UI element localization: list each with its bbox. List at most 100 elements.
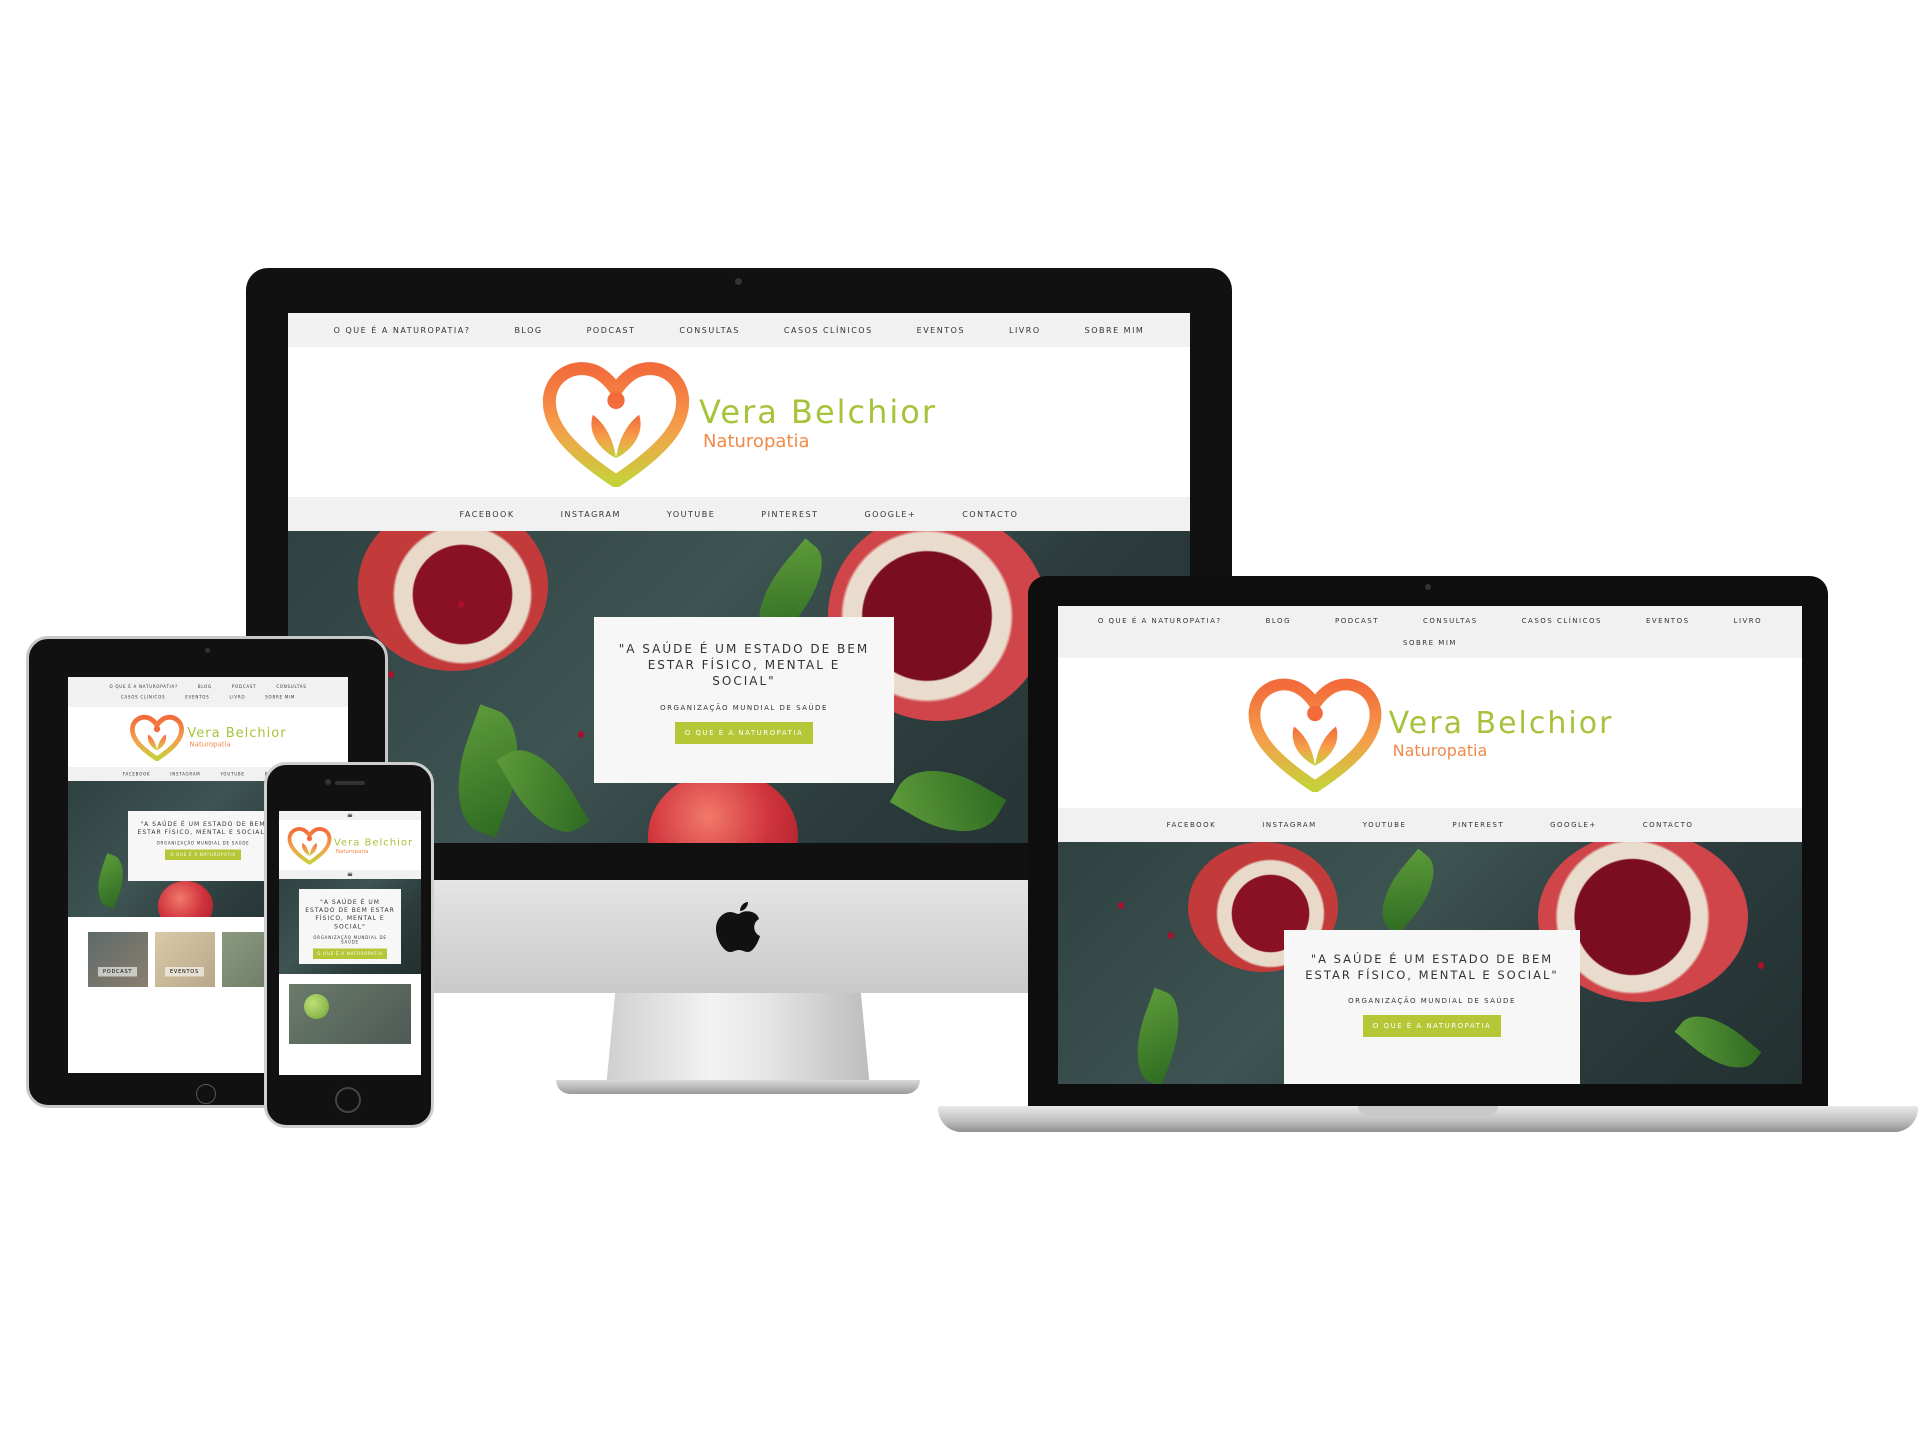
iphone-quote-box: "A saúde é um estado de bem estar físico… xyxy=(299,889,401,964)
nav-item-blog[interactable]: Blog xyxy=(1266,617,1291,625)
iphone-website: ≡ Vera Belchior Naturopatia ≡ "A SAÚDE É… xyxy=(279,811,421,1044)
social-pinterest[interactable]: Pinterest xyxy=(1452,821,1504,829)
heart-leaf-person-icon xyxy=(542,362,689,487)
social-contacto[interactable]: Contacto xyxy=(1643,821,1694,829)
nav-item-eventos[interactable]: Eventos xyxy=(917,326,965,335)
heart-leaf-person-icon xyxy=(129,714,184,761)
nav-item-naturopatia[interactable]: O que é a Naturopatia? xyxy=(334,326,471,335)
nav-item-sobre-mim[interactable]: Sobre mim xyxy=(1085,326,1145,335)
nav-item-blog[interactable]: Blog xyxy=(198,685,212,690)
hero-author: Organização Mundial de Saúde xyxy=(156,841,250,846)
social-google-plus[interactable]: Google+ xyxy=(864,510,916,519)
brand-subtitle: Naturopatia xyxy=(335,847,369,855)
iphone-camera xyxy=(325,779,331,785)
brand-subtitle: Naturopatia xyxy=(1392,741,1488,760)
iphone-menu-bar[interactable]: ≡ xyxy=(279,811,421,820)
nav-item-livro[interactable]: Livro xyxy=(1734,617,1763,625)
hero-cta-button[interactable]: O que é a Naturopatia xyxy=(1362,1015,1502,1038)
iphone-speaker xyxy=(335,781,365,785)
nav-item-consultas[interactable]: Consultas xyxy=(679,326,739,335)
iphone-logo-area[interactable]: Vera Belchior Naturopatia xyxy=(279,820,421,870)
macbook-camera xyxy=(1425,584,1431,590)
nav-item-blog[interactable]: Blog xyxy=(514,326,542,335)
macbook-device: O que é a Naturopatia? Blog Podcast Cons… xyxy=(938,576,1918,1136)
nav-item-casos-clinicos[interactable]: Casos Clínicos xyxy=(1522,617,1602,625)
brand-name: Vera Belchior xyxy=(1388,706,1614,741)
nav-item-naturopatia[interactable]: O que é a Naturopatia? xyxy=(1098,617,1222,625)
nav-item-casos-clinicos[interactable]: Casos Clínicos xyxy=(784,326,873,335)
iphone-menu-bar-2[interactable]: ≡ xyxy=(279,870,421,879)
iphone-card[interactable] xyxy=(289,984,411,1044)
nav-item-naturopatia[interactable]: O que é a Naturopatia? xyxy=(109,685,177,690)
nav-item-consultas[interactable]: Consultas xyxy=(276,685,306,690)
macbook-website: O que é a Naturopatia? Blog Podcast Cons… xyxy=(1058,606,1802,1084)
social-facebook[interactable]: Facebook xyxy=(1167,821,1217,829)
hero-quote: "A saúde é um estado de bem estar físico… xyxy=(618,642,870,689)
social-instagram[interactable]: Instagram xyxy=(561,510,621,519)
hero-cta-button[interactable]: O que é a Naturopatia xyxy=(165,849,241,861)
hero-cta-button[interactable]: O que é a Naturopatia xyxy=(313,948,387,959)
nav-item-podcast[interactable]: Podcast xyxy=(232,685,256,690)
imac-logo-area[interactable]: Vera Belchior Naturopatia xyxy=(288,347,1190,497)
iphone-screen: ≡ Vera Belchior Naturopatia ≡ "A SAÚDE É… xyxy=(279,811,421,1075)
apple-logo-icon xyxy=(716,902,760,952)
social-youtube[interactable]: Youtube xyxy=(220,772,244,777)
hero-quote: "A saúde é um estado de bem estar físico… xyxy=(1305,952,1559,982)
heart-leaf-person-icon xyxy=(1248,678,1381,792)
green-apple xyxy=(304,994,329,1019)
brand-subtitle: Naturopatia xyxy=(702,430,810,452)
imac-camera xyxy=(735,278,742,285)
social-facebook[interactable]: Facebook xyxy=(123,772,151,777)
hamburger-menu-icon[interactable]: ≡ xyxy=(347,871,353,879)
hero-quote: "A saúde é um estado de bem estar físico… xyxy=(137,820,269,836)
iphone-home-button[interactable] xyxy=(335,1087,361,1113)
social-instagram[interactable]: Instagram xyxy=(170,772,200,777)
hero-author: Organização Mundial de Saúde xyxy=(660,703,828,712)
leaf-2 xyxy=(1366,848,1450,936)
nav-item-sobre-mim[interactable]: Sobre mim xyxy=(265,695,295,700)
brand-name: Vera Belchior xyxy=(698,392,938,431)
nav-item-consultas[interactable]: Consultas xyxy=(1423,617,1478,625)
social-youtube[interactable]: Youtube xyxy=(667,510,715,519)
social-facebook[interactable]: Facebook xyxy=(460,510,515,519)
social-youtube[interactable]: Youtube xyxy=(1363,821,1407,829)
leaf-1 xyxy=(1123,987,1193,1084)
brand-name: Vera Belchior xyxy=(333,835,414,848)
nav-item-livro[interactable]: Livro xyxy=(1009,326,1041,335)
nav-item-eventos[interactable]: Eventos xyxy=(185,695,209,700)
ipad-home-button[interactable] xyxy=(196,1084,216,1104)
iphone-hero: "A saúde é um estado de bem estar físico… xyxy=(279,879,421,974)
nav-item-casos-clinicos[interactable]: Casos Clínicos xyxy=(121,695,165,700)
nav-item-sobre-mim[interactable]: Sobre mim xyxy=(1403,639,1457,647)
card-label: Eventos xyxy=(165,967,204,977)
pomegranate-bottom xyxy=(158,881,213,917)
ipad-quote-box: "A saúde é um estado de bem estar físico… xyxy=(128,811,278,881)
hero-quote: "A saúde é um estado de bem estar físico… xyxy=(305,898,395,930)
ipad-logo-area[interactable]: Vera Belchior Naturopatia xyxy=(68,707,348,767)
nav-item-podcast[interactable]: Podcast xyxy=(587,326,636,335)
iphone-device: ≡ Vera Belchior Naturopatia ≡ "A SAÚDE É… xyxy=(264,762,434,1128)
brand-subtitle: Naturopatia xyxy=(189,740,231,749)
hero-author: Organização Mundial de Saúde xyxy=(1348,997,1516,1006)
hero-author: Organização Mundial de Saúde xyxy=(313,935,387,945)
macbook-hero: "A saúde é um estado de bem estar físico… xyxy=(1058,842,1802,1084)
ipad-top-nav: O que é a Naturopatia? Blog Podcast Cons… xyxy=(68,677,348,707)
ipad-card-podcast[interactable]: Podcast xyxy=(88,932,148,987)
hero-cta-button[interactable]: O que é a Naturopatia xyxy=(674,721,814,744)
imac-base xyxy=(556,1080,920,1094)
nav-item-eventos[interactable]: Eventos xyxy=(1646,617,1690,625)
card-label: Podcast xyxy=(98,967,138,977)
social-instagram[interactable]: Instagram xyxy=(1262,821,1316,829)
social-pinterest[interactable]: Pinterest xyxy=(761,510,818,519)
hamburger-menu-icon[interactable]: ≡ xyxy=(347,812,353,820)
nav-item-livro[interactable]: Livro xyxy=(229,695,245,700)
nav-item-podcast[interactable]: Podcast xyxy=(1335,617,1379,625)
heart-leaf-person-icon xyxy=(287,827,332,865)
macbook-logo-area[interactable]: Vera Belchior Naturopatia xyxy=(1058,658,1802,808)
imac-quote-box: "A saúde é um estado de bem estar físico… xyxy=(594,617,894,783)
macbook-screen: O que é a Naturopatia? Blog Podcast Cons… xyxy=(1058,606,1802,1084)
social-contacto[interactable]: Contacto xyxy=(962,510,1018,519)
ipad-card-eventos[interactable]: Eventos xyxy=(155,932,215,987)
social-google-plus[interactable]: Google+ xyxy=(1550,821,1597,829)
brand-name: Vera Belchior xyxy=(187,725,287,741)
